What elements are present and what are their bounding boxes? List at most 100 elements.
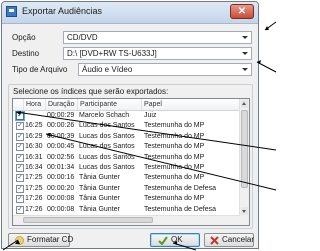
cell-papel: Testemunha de Defesa — [144, 205, 216, 213]
cell-papel: Testemunha do MP — [144, 132, 205, 140]
formatar-cd-button[interactable]: Formatar CD — [8, 233, 74, 247]
cell-hora: 16:30 — [25, 143, 43, 151]
cell-duracao: 00:00:26 — [47, 122, 75, 130]
row-checkbox[interactable]: ✓ — [16, 153, 24, 162]
window-title: Exportar Audiências — [22, 6, 103, 16]
horizontal-scrollbar[interactable] — [13, 215, 240, 225]
opcao-value: CD/DVD — [67, 33, 98, 42]
cell-hora: 16:34 — [25, 164, 43, 171]
cell-papel: Testemunha do MP — [144, 143, 205, 151]
export-dialog: Exportar Audiências ✕ Opção CD/DVD Desti… — [1, 1, 259, 249]
check-icon — [158, 236, 168, 249]
cell-duracao: 00:00:29 — [47, 112, 75, 119]
cell-hora: 16:31 — [25, 153, 43, 161]
destino-select[interactable]: D:\ [DVD+RW TS-U633J] — [63, 47, 252, 60]
arrowhead-icon — [265, 26, 269, 30]
cell-participante: Lucas dos Santos — [79, 132, 135, 140]
cell-papel: Testemunha do MP — [144, 195, 205, 203]
cancel-button[interactable]: Cancelar — [204, 233, 254, 247]
cancel-label: Cancelar — [222, 235, 255, 244]
vertical-scrollbar[interactable] — [239, 99, 249, 225]
cell-hora: 17:25 — [25, 174, 43, 182]
cell-duracao: 00:00:16 — [47, 174, 75, 182]
index-list-caption: Selecione os índices que serão exportado… — [13, 87, 169, 96]
header-participante[interactable]: Participante — [78, 99, 142, 110]
cell-duracao: 00:00:20 — [47, 184, 75, 192]
app-icon — [6, 6, 17, 17]
destino-label: Destino — [12, 49, 40, 58]
cell-duracao: 00:00:08 — [47, 205, 75, 213]
cell-duracao: 00:00:08 — [47, 195, 75, 203]
chevron-down-icon — [242, 36, 248, 39]
ok-button[interactable]: OK — [150, 233, 200, 247]
row-checkbox[interactable]: ✓ — [16, 132, 24, 141]
callout-arrow-destino — [256, 61, 277, 73]
row-checkbox[interactable]: ✓ — [16, 164, 24, 172]
table-row[interactable]: ✓ 16:34 00:01:34 Lucas dos Santos Testemunha… — [13, 163, 240, 173]
ok-label: OK — [171, 235, 183, 244]
row-checkbox[interactable]: ✓ — [16, 184, 24, 193]
title-bar[interactable]: Exportar Audiências ✕ — [2, 2, 258, 24]
scroll-down-icon[interactable] — [241, 207, 248, 215]
cell-hora: 16:25 — [25, 122, 43, 130]
scroll-thumb[interactable] — [241, 110, 248, 188]
destino-value: D:\ [DVD+RW TS-U633J] — [67, 49, 157, 58]
cell-participante: Tânia Gunter — [79, 205, 120, 213]
close-button[interactable]: ✕ — [230, 4, 254, 19]
cell-participante: Lucas dos Santos — [79, 164, 135, 171]
table-row[interactable]: ✓ 16:30 00:00:45 Lucas dos Santos Testemunha… — [13, 142, 240, 152]
index-table[interactable]: Hora Duração Participante Papel ✓ 00:00:2… — [12, 98, 250, 226]
cell-duracao: 00:00:45 — [47, 143, 75, 151]
cell-participante: Lucas dos Santos — [79, 143, 135, 151]
cell-papel: Testemunha do MP — [144, 174, 205, 182]
callout-arrow-opcao — [264, 21, 277, 31]
cell-hora: 17:26 — [25, 195, 43, 203]
cell-papel: Testemunha de Defesa — [144, 184, 216, 192]
table-row[interactable]: ✓ 16:31 00:02:56 Lucas dos Santos Testemunha… — [13, 153, 240, 163]
table-row[interactable]: ✓ 17:26 00:00:08 Tânia Gunter Testemunha de … — [13, 205, 240, 215]
table-row[interactable]: ✓ 17:25 00:00:16 Tânia Gunter Testemunha do … — [13, 173, 240, 183]
cell-participante: Lucas dos Santos — [79, 153, 135, 161]
cell-participante: Lucas dos Santos — [79, 122, 135, 130]
header-papel[interactable]: Papel — [142, 99, 242, 110]
cell-papel: Testemunha do MP — [144, 153, 205, 161]
tipo-arquivo-value: Áudio e Vídeo — [82, 65, 133, 74]
scroll-up-icon[interactable] — [241, 100, 248, 108]
cell-participante: Marcelo Schach — [79, 112, 130, 119]
cell-duracao: 00:00:39 — [47, 132, 75, 140]
tipo-arquivo-select[interactable]: Áudio e Vídeo — [78, 63, 252, 76]
chevron-down-icon — [242, 52, 248, 55]
cell-participante: Tânia Gunter — [79, 184, 120, 192]
table-row[interactable]: ✓ 17:25 00:00:20 Tânia Gunter Testemunha de … — [13, 184, 240, 194]
cell-papel: Testemunha do MP — [144, 164, 205, 171]
opcao-select[interactable]: CD/DVD — [63, 31, 252, 44]
table-row[interactable]: ✓ 16:29 00:00:39 Lucas dos Santos Testemunha… — [13, 132, 240, 142]
cell-papel: Testemunha do MP — [144, 122, 205, 130]
row-checkbox[interactable]: ✓ — [16, 174, 24, 183]
row-checkbox[interactable]: ✓ — [16, 112, 24, 120]
formatar-cd-label: Formatar CD — [27, 235, 74, 244]
table-row[interactable]: ✓ 00:00:29 Marcelo Schach Juiz — [13, 111, 240, 121]
table-row[interactable]: ✓ 16:25 00:00:26 Lucas dos Santos Testemunha… — [13, 121, 240, 131]
table-header: Hora Duração Participante Papel — [13, 99, 242, 111]
row-checkbox[interactable]: ✓ — [16, 195, 24, 204]
header-hora[interactable]: Hora — [24, 99, 46, 110]
cell-participante: Tânia Gunter — [79, 195, 120, 203]
row-checkbox[interactable]: ✓ — [16, 143, 24, 152]
cell-duracao: 00:01:34 — [47, 164, 75, 171]
cell-hora: 17:25 — [25, 184, 43, 192]
cell-papel: Juiz — [144, 112, 157, 119]
header-duracao[interactable]: Duração — [46, 99, 78, 110]
row-checkbox[interactable]: ✓ — [16, 122, 24, 131]
cell-duracao: 00:02:56 — [47, 153, 75, 161]
opcao-label: Opção — [12, 33, 36, 42]
table-row[interactable]: ✓ 17:26 00:00:08 Tânia Gunter Testemunha do … — [13, 194, 240, 204]
cancel-x-icon — [210, 236, 219, 249]
hscroll-thumb[interactable] — [23, 217, 153, 223]
tipo-arquivo-label: Tipo de Arquivo — [12, 65, 68, 74]
row-checkbox[interactable]: ✓ — [16, 205, 24, 214]
cell-hora: 17:26 — [25, 205, 43, 213]
chevron-down-icon — [242, 68, 248, 71]
cell-participante: Tânia Gunter — [79, 174, 120, 182]
cell-hora: 16:29 — [25, 132, 43, 140]
